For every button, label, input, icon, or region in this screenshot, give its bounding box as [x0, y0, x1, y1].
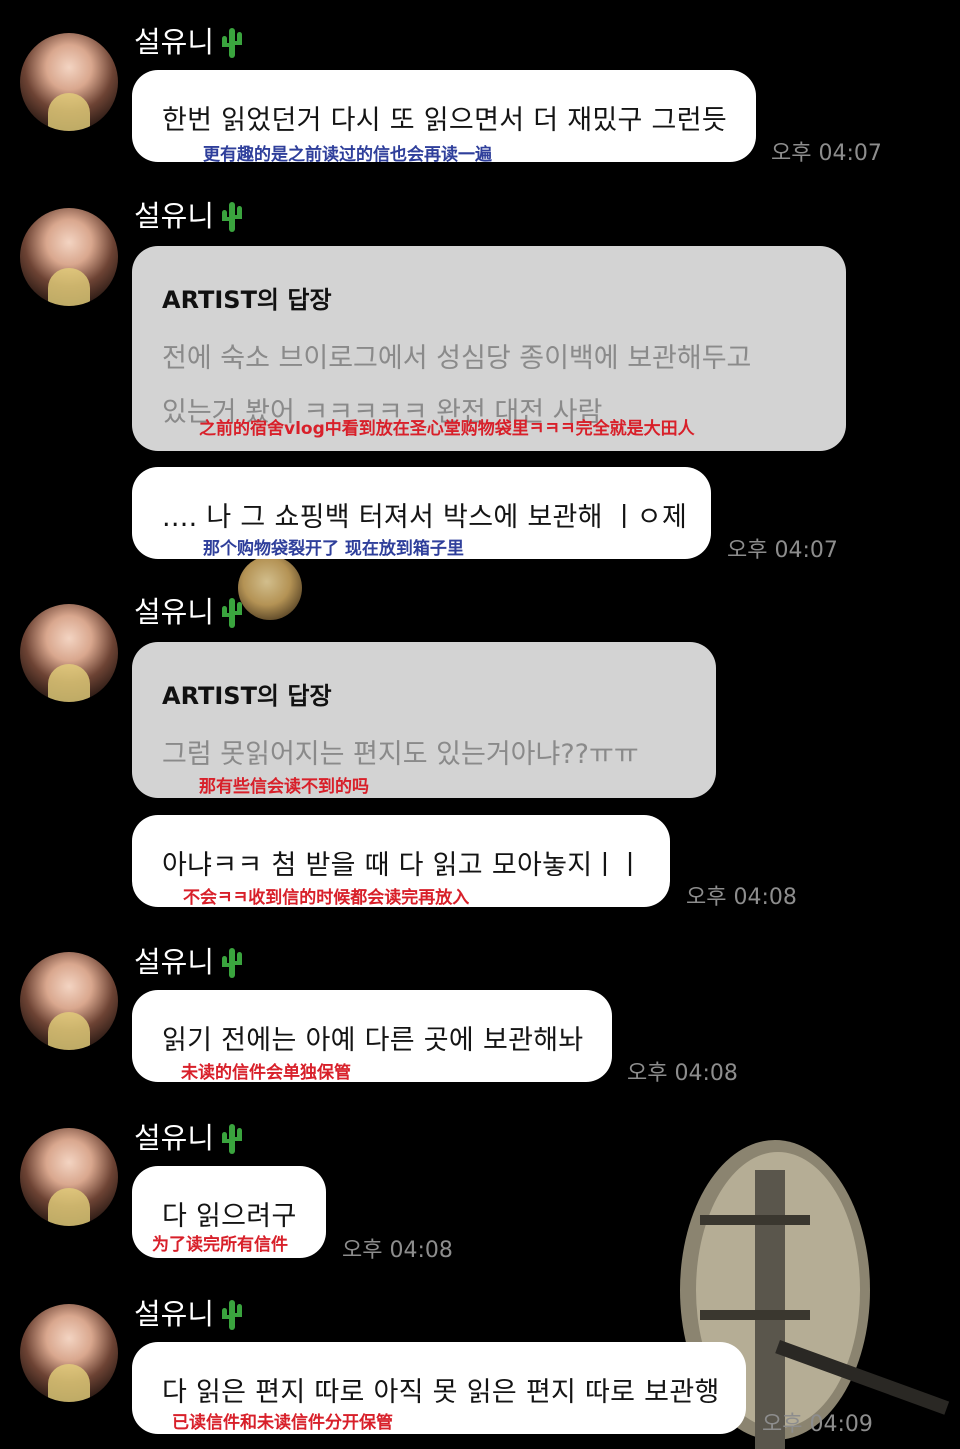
timestamp: 오후 04:08	[342, 1238, 453, 1263]
avatar[interactable]	[20, 604, 118, 702]
translation-text: 那有些信会读不到的吗	[199, 777, 369, 797]
cactus-icon	[222, 1300, 243, 1330]
timestamp: 오후 04:09	[762, 1412, 873, 1437]
timestamp: 오후 04:08	[686, 885, 797, 910]
sender-name: 설유니	[134, 1298, 244, 1330]
message-bubble[interactable]: 한번 읽었던거 다시 또 읽으면서 더 재밌구 그런듯 更有趣的是之前读过的信也…	[132, 70, 756, 165]
cactus-icon	[222, 598, 243, 628]
reply-title: ARTIST의 답장	[162, 286, 332, 314]
timestamp: 오후 04:07	[771, 141, 882, 166]
message-bubble[interactable]: 읽기 전에는 아예 다른 곳에 보관해놔 未读的信件会单独保管	[132, 990, 612, 1083]
moon-background	[238, 556, 302, 620]
sender-name: 설유니	[134, 1122, 244, 1154]
message-bubble[interactable]: 다 읽은 편지 따로 아직 못 읽은 편지 따로 보관행 已读信件和未读信件分开…	[132, 1342, 746, 1434]
timestamp: 오후 04:07	[727, 538, 838, 563]
message-text: 아냐ㅋㅋ 첨 받을 때 다 읽고 모아놓지ㅣㅣ	[162, 850, 643, 881]
message-text: 한번 읽었던거 다시 또 읽으면서 더 재밌구 그런듯	[162, 105, 727, 136]
translation-text: 更有趣的是之前读过的信也会再读一遍	[203, 145, 492, 165]
avatar[interactable]	[20, 33, 118, 131]
artist-reply-bubble[interactable]: ARTIST의 답장 전에 숙소 브이로그에서 성심당 종이백에 보관해두고 있…	[132, 246, 846, 451]
avatar[interactable]	[20, 208, 118, 306]
translation-text: 为了读完所有信件	[152, 1235, 288, 1255]
translation-text: 已读信件和未读信件分开保管	[172, 1413, 393, 1433]
cactus-icon	[222, 202, 243, 232]
message-bubble[interactable]: .... 나 그 쇼핑백 터져서 박스에 보관해 ㅣㅇ제 那个购物袋裂开了 现在…	[132, 467, 711, 559]
translation-text: 不会ㅋㅋ收到信的时候都会读完再放入	[183, 888, 470, 908]
message-text: .... 나 그 쇼핑백 터져서 박스에 보관해 ㅣㅇ제	[162, 502, 688, 533]
sender-name: 설유니	[134, 200, 244, 232]
message-bubble[interactable]: 다 읽으려구 为了读完所有信件	[132, 1166, 326, 1258]
cactus-icon	[222, 28, 243, 58]
timestamp: 오후 04:08	[627, 1061, 738, 1086]
translation-text: 未读的信件会单独保管	[181, 1063, 351, 1083]
translation-text: 之前的宿舍vlog中看到放在圣心堂购物袋里ㅋㅋㅋ完全就是大田人	[199, 419, 695, 439]
avatar[interactable]	[20, 1304, 118, 1402]
reply-line: 전에 숙소 브이로그에서 성심당 종이백에 보관해두고	[162, 343, 752, 374]
translation-text: 那个购物袋裂开了 现在放到箱子里	[203, 539, 464, 559]
sender-name: 설유니	[134, 596, 244, 628]
message-bubble[interactable]: 아냐ㅋㅋ 첨 받을 때 다 읽고 모아놓지ㅣㅣ 不会ㅋㅋ收到信的时候都会读完再放…	[132, 815, 670, 908]
avatar[interactable]	[20, 1128, 118, 1226]
avatar[interactable]	[20, 952, 118, 1050]
cactus-icon	[222, 1124, 243, 1154]
sender-name: 설유니	[134, 26, 244, 58]
artist-reply-bubble[interactable]: ARTIST의 답장 그럼 못읽어지는 편지도 있는거아냐??ㅠㅠ 那有些信会读…	[132, 642, 716, 798]
message-text: 다 읽은 편지 따로 아직 못 읽은 편지 따로 보관행	[162, 1377, 720, 1408]
cactus-icon	[222, 948, 243, 978]
message-text: 읽기 전에는 아예 다른 곳에 보관해놔	[162, 1025, 584, 1056]
reply-title: ARTIST의 답장	[162, 682, 332, 710]
message-text: 다 읽으려구	[162, 1201, 297, 1232]
sender-name: 설유니	[134, 946, 244, 978]
